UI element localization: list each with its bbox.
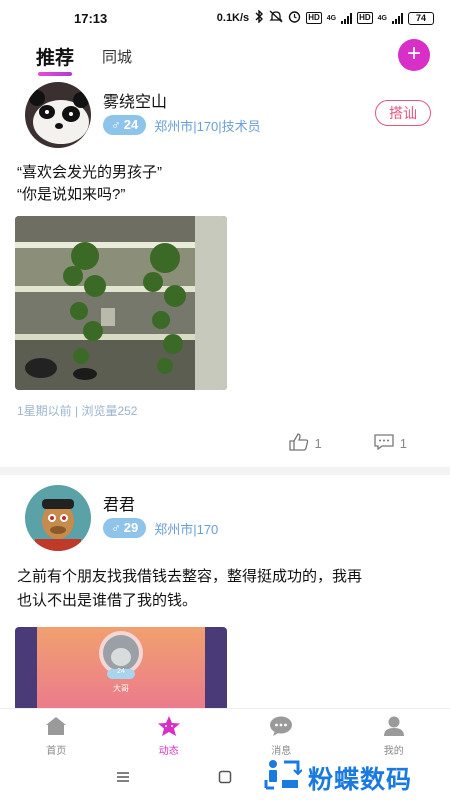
post-text: “喜欢会发光的男孩子” “你是说如来吗?” — [15, 162, 435, 206]
chat-up-button[interactable]: 搭讪 — [375, 100, 431, 126]
image-age: 24 — [117, 668, 125, 675]
post-text-line: “喜欢会发光的男孩子” — [17, 164, 162, 181]
hd-icon-2: HD — [357, 12, 373, 24]
post-time-views: 1星期以前 | 浏览量252 — [17, 404, 138, 418]
star-icon — [157, 715, 181, 742]
avatar[interactable] — [25, 485, 91, 551]
post-actions: 1 1 — [15, 432, 435, 454]
nav-mine[interactable]: 我的 — [338, 709, 450, 758]
message-icon — [269, 715, 293, 742]
network-speed: 0.1K/s — [216, 12, 250, 24]
post-header: 雾绕空山 ♂ 24 郑州市|170|技术员 搭讪 — [15, 78, 435, 148]
nav-messages[interactable]: 消息 — [225, 709, 338, 758]
user-info: 郑州市|170 — [154, 521, 219, 537]
watermark-text: 粉蝶数码 — [308, 765, 413, 794]
nav-home-label: 首页 — [46, 746, 67, 757]
male-icon: ♂ — [111, 117, 121, 132]
network-type-2: 4G — [377, 14, 387, 22]
post-text: 之前有个朋友找我借钱去整容，整得挺成功的，我再 也认不出是谁借了我的钱。 — [15, 565, 435, 613]
post-header: 君君 ♂ 29 郑州市|170 — [15, 481, 435, 551]
feed[interactable]: 雾绕空山 ♂ 24 郑州市|170|技术员 搭讪 “喜欢会发光的男孩子” “你是… — [0, 78, 450, 708]
watermark: 粉蝶数码 — [264, 758, 412, 797]
age: 29 — [123, 520, 139, 535]
gender-age-badge: ♂ 29 — [103, 518, 147, 538]
network-type-1: 4G — [326, 14, 337, 22]
user-meta: ♂ 24 郑州市|170|技术员 — [103, 115, 261, 135]
hd-icon: HD — [306, 12, 322, 24]
user-meta: ♂ 29 郑州市|170 — [103, 518, 218, 538]
username[interactable]: 雾绕空山 — [103, 88, 167, 112]
username[interactable]: 君君 — [103, 491, 135, 515]
nav-moments[interactable]: 动态 — [113, 709, 226, 758]
age: 24 — [123, 117, 139, 132]
post-text-line: 也认不出是谁借了我的钱。 — [17, 592, 198, 609]
male-icon: ♂ — [111, 520, 121, 535]
bottom-nav: 首页 动态 消息 我的 — [0, 708, 450, 758]
signal-icon-2 — [392, 12, 403, 24]
thumbs-up-icon — [288, 432, 309, 454]
status-bar: 17:13 0.1K/s HD 4G HD 4G 74 — [0, 0, 450, 36]
post-text-line: “你是说如来吗?” — [17, 186, 126, 203]
user-icon — [382, 715, 406, 742]
like-count: 1 — [314, 435, 322, 451]
tab-city[interactable]: 同城 — [102, 46, 132, 67]
nav-home[interactable]: 首页 — [0, 709, 113, 758]
status-icons: 0.1K/s HD 4G HD 4G 74 — [216, 9, 434, 26]
menu-icon[interactable] — [116, 770, 130, 789]
add-post-button[interactable]: + — [398, 39, 430, 71]
image-name: 大哥 — [113, 684, 129, 693]
divider — [0, 467, 450, 475]
home-square-icon[interactable] — [218, 770, 232, 789]
gender-age-badge: ♂ 24 — [103, 115, 147, 135]
comment-button[interactable]: 1 — [374, 433, 407, 453]
watermark-logo-icon — [264, 758, 303, 797]
post-image[interactable] — [15, 216, 227, 390]
nav-messages-label: 消息 — [271, 746, 292, 757]
status-time: 17:13 — [74, 10, 108, 26]
nav-mine-label: 我的 — [383, 746, 404, 757]
avatar[interactable] — [25, 82, 91, 148]
nav-moments-label: 动态 — [158, 746, 179, 757]
post-image[interactable]: 24 大哥 大哥 — [15, 627, 227, 708]
comment-icon — [374, 433, 394, 454]
like-button[interactable]: 1 — [288, 432, 322, 454]
post-card[interactable]: 君君 ♂ 29 郑州市|170 之前有个朋友找我借钱去整容，整得挺成功的，我再 … — [0, 481, 450, 708]
user-info: 郑州市|170|技术员 — [154, 118, 261, 134]
bluetooth-icon — [254, 9, 264, 26]
signal-icon — [341, 12, 353, 24]
mute-icon — [269, 10, 283, 26]
alarm-icon — [288, 10, 301, 26]
post-card[interactable]: 雾绕空山 ♂ 24 郑州市|170|技术员 搭讪 “喜欢会发光的男孩子” “你是… — [0, 78, 450, 475]
battery-icon: 74 — [408, 11, 434, 25]
comment-count: 1 — [399, 435, 407, 451]
home-icon — [44, 715, 68, 742]
tab-recommend[interactable]: 推荐 — [36, 43, 74, 76]
post-text-line: 之前有个朋友找我借钱去整容，整得挺成功的，我再 — [17, 568, 363, 585]
top-tabs: 推荐 同城 + — [0, 36, 450, 76]
